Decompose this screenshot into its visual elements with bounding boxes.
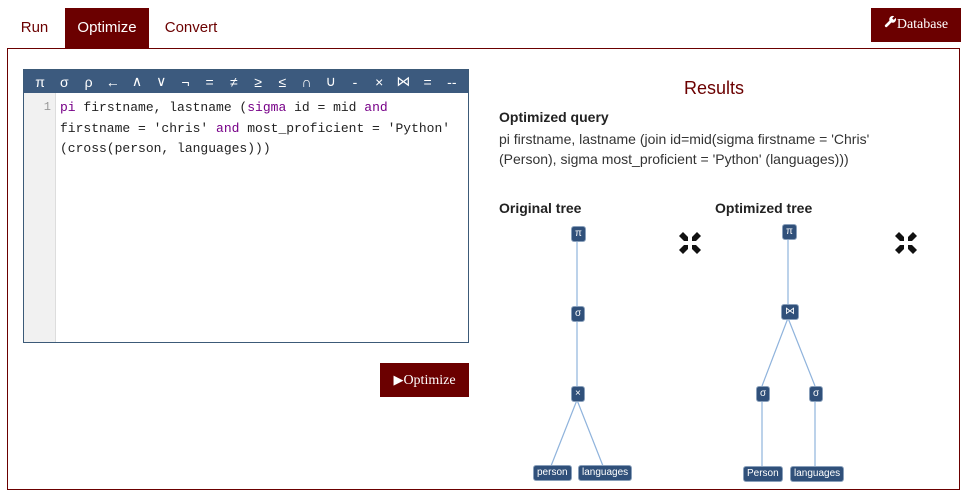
symbol-toolbar: π σ ρ ← ∧ ∨ ¬ = ≠ ≥ ≤ ∩ ∪ - × ⋈ = -- (24, 70, 468, 93)
tree-node-pi[interactable]: π (571, 226, 586, 242)
symbol-union[interactable]: ∪ (324, 73, 338, 90)
database-button-label: Database (896, 17, 949, 33)
optimize-button[interactable]: ▶Optimize (380, 363, 469, 397)
optimized-tree-title: Optimized tree (715, 200, 813, 216)
symbol-not-equal[interactable]: ≠ (227, 74, 241, 90)
tab-run[interactable]: Run (8, 8, 61, 48)
tree-node-person[interactable]: Person (743, 466, 783, 482)
code-keyword: and (364, 100, 388, 115)
tree-node-pi[interactable]: π (782, 224, 797, 240)
symbol-intersect[interactable]: ∩ (300, 74, 314, 90)
code-keyword: and (216, 120, 240, 136)
query-editor[interactable]: π σ ρ ← ∧ ∨ ¬ = ≠ ≥ ≤ ∩ ∪ - × ⋈ = -- 1 p… (23, 69, 469, 343)
original-tree-title: Original tree (499, 200, 582, 216)
compress-icon[interactable] (893, 230, 919, 256)
wrench-icon (884, 8, 897, 42)
tree-node-languages[interactable]: languages (578, 465, 633, 481)
symbol-and[interactable]: ∧ (130, 73, 144, 90)
optimized-query-text: pi firstname, lastname (join id=mid(sigm… (499, 131, 870, 167)
tree-node-sigma[interactable]: σ (756, 386, 771, 402)
code-keyword: pi (60, 100, 76, 115)
play-icon: ▶ (393, 372, 404, 387)
tree-node-person[interactable]: person (533, 465, 572, 481)
symbol-pi[interactable]: π (33, 74, 47, 90)
symbol-rho[interactable]: ρ (82, 74, 96, 90)
tab-optimize[interactable]: Optimize (65, 8, 149, 48)
code-text[interactable]: pi firstname, lastname (sigma id = mid a… (60, 98, 464, 160)
tree-node-join[interactable]: ⋈ (781, 304, 799, 320)
symbol-sigma[interactable]: σ (57, 74, 71, 90)
tree-node-languages[interactable]: languages (790, 466, 845, 482)
tree-node-cross[interactable]: × (571, 386, 585, 402)
code-keyword: sigma (247, 100, 287, 115)
code-segment: firstname, lastname ( (75, 100, 248, 115)
tab-convert[interactable]: Convert (154, 8, 228, 48)
symbol-cross[interactable]: × (372, 74, 386, 90)
symbol-equals[interactable]: = (203, 74, 217, 90)
tree-node-sigma[interactable]: σ (809, 386, 824, 402)
symbol-gte[interactable]: ≥ (251, 74, 265, 90)
tree-node-sigma[interactable]: σ (571, 306, 586, 322)
symbol-not[interactable]: ¬ (178, 74, 192, 90)
code-segment: id = mid (286, 100, 365, 115)
database-button[interactable]: Database (871, 8, 961, 42)
symbol-join[interactable]: ⋈ (396, 73, 410, 90)
results-title: Results (684, 78, 745, 98)
symbol-comment[interactable]: -- (445, 74, 459, 90)
symbol-minus[interactable]: - (348, 74, 362, 90)
symbol-or[interactable]: ∨ (154, 73, 168, 90)
line-number: 1 (43, 100, 51, 114)
compress-icon[interactable] (677, 230, 703, 256)
optimize-button-label: Optimize (403, 373, 456, 388)
symbol-arrow[interactable]: ← (106, 74, 120, 90)
line-gutter: 1 (24, 93, 56, 342)
code-segment: firstname = 'chris' (60, 120, 209, 136)
symbol-assign[interactable]: = (421, 74, 435, 90)
optimized-query-title: Optimized query (499, 109, 609, 125)
symbol-lte[interactable]: ≤ (275, 74, 289, 90)
